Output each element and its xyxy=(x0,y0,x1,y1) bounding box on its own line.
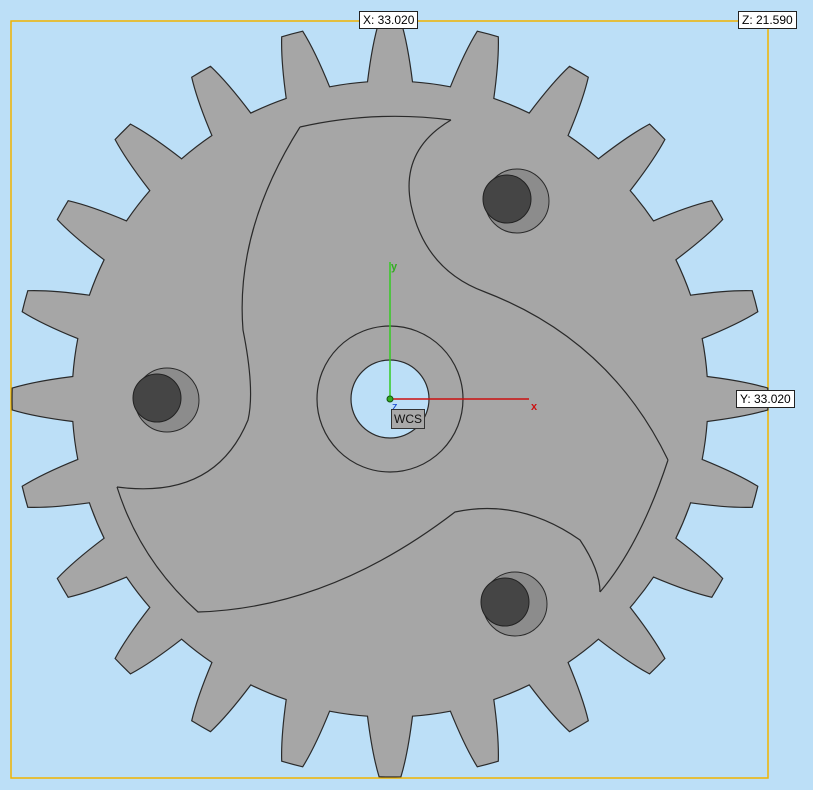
dimension-z-label: Z: 21.590 xyxy=(738,11,797,29)
peg xyxy=(482,174,532,224)
cad-viewport[interactable]: x y z WCS X: 33.020 Z: 21.590 Y: 33.020 xyxy=(0,0,813,790)
model-view[interactable] xyxy=(0,0,813,790)
dimension-x-label: X: 33.020 xyxy=(359,11,419,29)
x-axis-label: x xyxy=(531,401,538,413)
y-axis-label: y xyxy=(391,261,398,273)
dimension-y-label: Y: 33.020 xyxy=(736,390,795,408)
wcs-label[interactable]: WCS xyxy=(391,409,425,429)
peg xyxy=(132,373,182,423)
peg xyxy=(480,577,530,627)
